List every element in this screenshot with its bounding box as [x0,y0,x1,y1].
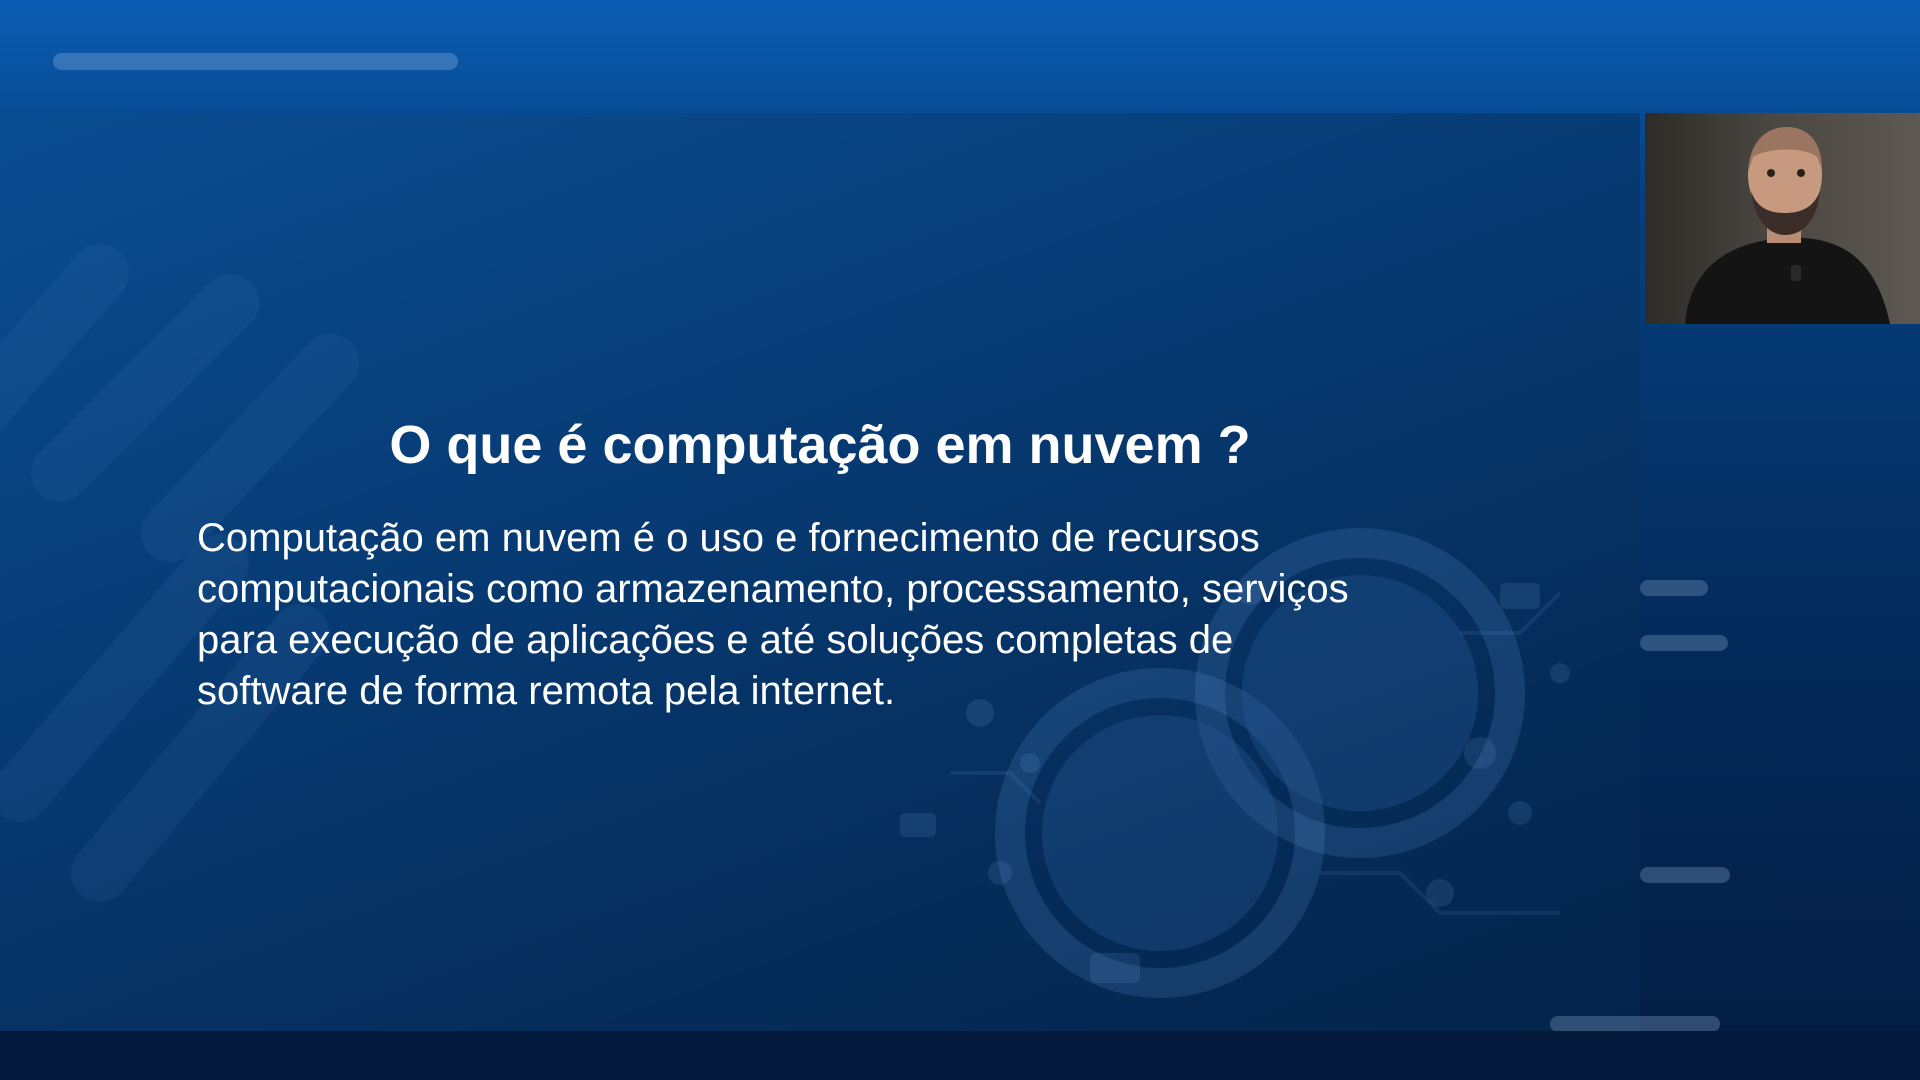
video-frame: O que é computação em nuvem ? Computação… [0,0,1920,1080]
presenter-silhouette [1685,127,1890,324]
slide-body-line: computacionais como armazenamento, proce… [197,567,1349,611]
slide-body-text: Computação em nuvem é o uso e fornecimen… [197,513,1497,717]
presenter-webcam-feed [1645,113,1920,324]
bottom-band [0,1031,1920,1080]
side-decorative-pill [1640,635,1728,651]
slide-title: O que é computação em nuvem ? [389,415,1251,475]
slide-body-line: Computação em nuvem é o uso e fornecimen… [197,516,1260,560]
side-decorative-pill [1640,867,1730,883]
side-decorative-pill [1550,1016,1720,1032]
side-decorative-pill [1640,580,1708,596]
slide-body-line: software de forma remota pela internet. [197,669,896,713]
top-decorative-pill [53,53,458,70]
slide-body-line: para execução de aplicações e até soluçõ… [197,618,1234,662]
presentation-slide: O que é computação em nuvem ? Computação… [0,113,1640,1031]
